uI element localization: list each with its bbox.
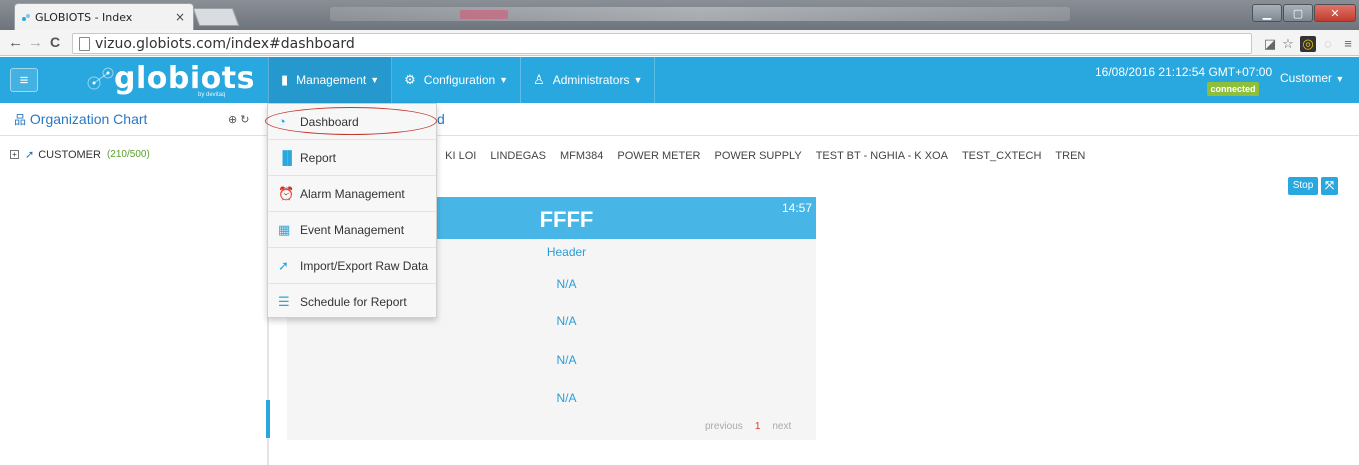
menu-item-label: Alarm Management: [300, 186, 405, 201]
management-dropdown: ◔ Dashboard ▐▌ Report ⏰ Alarm Management…: [267, 103, 437, 318]
header-status: 16/08/2016 21:12:54 GMT+07:00 connected: [1095, 57, 1273, 103]
widget-value: N/A: [556, 391, 577, 405]
back-button[interactable]: ←: [8, 34, 23, 51]
address-bar: ← → C vizuo.globiots.com/index#dashboard…: [0, 30, 1359, 56]
reload-button[interactable]: C: [50, 34, 60, 50]
mobile-device-icon: ▮: [281, 72, 289, 87]
forward-button[interactable]: →: [28, 34, 43, 51]
menu-item-label: Event Management: [300, 222, 405, 237]
tree-node-customer[interactable]: + ➚ CUSTOMER (210/500): [10, 148, 150, 161]
nav-management[interactable]: ▮ Management ▼: [268, 57, 393, 103]
refresh-icon[interactable]: ↻: [240, 114, 249, 126]
tree-node-count: (210/500): [106, 149, 150, 160]
menu-item-import-export[interactable]: ➚ Import/Export Raw Data: [268, 248, 436, 284]
hamburger-menu-icon[interactable]: ≡: [10, 68, 38, 92]
widget-value: N/A: [556, 353, 577, 367]
group-tab[interactable]: TEST_CXTECH: [962, 150, 1041, 162]
group-tab[interactable]: POWER METER: [617, 150, 700, 162]
zoom-icon[interactable]: ⊕: [228, 114, 237, 126]
sidebar-header: 品 Organization Chart ⊕ ↻: [0, 103, 267, 136]
gears-icon: ⚙: [404, 72, 416, 87]
blurred-badge: [460, 10, 508, 19]
share-folder-icon: ➚: [25, 149, 35, 161]
user-name: Customer: [1280, 71, 1333, 85]
pager-current[interactable]: 1: [755, 421, 761, 432]
menu-item-label: Schedule for Report: [300, 295, 407, 309]
menu-item-event-management[interactable]: ▦ Event Management: [268, 212, 436, 248]
chevron-down-icon: ▼: [633, 75, 643, 85]
extension-2-icon[interactable]: ◌: [1320, 36, 1336, 52]
group-tabs: 3 KI LOI LINDEGAS MFM384 POWER METER POW…: [425, 150, 1099, 162]
translate-icon[interactable]: ◪: [1262, 36, 1278, 52]
user-menu[interactable]: Customer ▼: [1280, 71, 1344, 85]
page-icon: [79, 37, 90, 51]
menu-item-report[interactable]: ▐▌ Report: [268, 140, 436, 176]
pager-next[interactable]: next: [772, 421, 791, 432]
sidebar-title: 品 Organization Chart: [14, 111, 147, 128]
nav-configuration[interactable]: ⚙ Configuration ▼: [392, 57, 522, 103]
minimize-button[interactable]: ▁: [1252, 4, 1282, 22]
tree-node-label: CUSTOMER: [38, 148, 101, 161]
menu-item-schedule-report[interactable]: ☰ Schedule for Report: [268, 284, 436, 320]
alarm-clock-icon: ⏰: [278, 185, 295, 201]
menu-item-label: Import/Export Raw Data: [300, 258, 429, 273]
menu-item-label: Report: [300, 150, 337, 165]
user-sitemap-icon: ♙: [533, 72, 545, 87]
globiots-logo[interactable]: globiots by devitaq: [80, 59, 260, 99]
expand-icon[interactable]: +: [10, 150, 19, 159]
breadcrumb-current: d: [437, 111, 445, 127]
browser-tab[interactable]: GLOBIOTS - Index ×: [14, 3, 194, 30]
pager-previous[interactable]: previous: [705, 421, 743, 432]
bookmark-star-icon[interactable]: ☆: [1280, 36, 1296, 52]
tab-title: GLOBIOTS - Index: [35, 10, 133, 24]
chrome-menu-icon[interactable]: ≡: [1340, 36, 1356, 52]
group-tab[interactable]: TEST BT - NGHIA - K XOA: [816, 150, 948, 162]
group-tab[interactable]: POWER SUPPLY: [714, 150, 801, 162]
widget-time: 14:57: [781, 201, 812, 215]
new-tab-button[interactable]: [192, 8, 240, 26]
sidebar-title-text: Organization Chart: [29, 111, 148, 127]
widget-pager: previous 1 next: [705, 421, 791, 432]
calendar-icon: ▦: [278, 221, 291, 237]
menu-item-dashboard[interactable]: ◔ Dashboard: [268, 104, 436, 140]
connection-badge: connected: [1207, 82, 1259, 96]
chevron-down-icon: ▼: [1335, 74, 1345, 84]
url-input[interactable]: vizuo.globiots.com/index#dashboard: [72, 33, 1252, 54]
datetime-display: 16/08/2016 21:12:54 GMT+07:00: [1095, 65, 1273, 79]
url-text: vizuo.globiots.com/index#dashboard: [95, 35, 355, 52]
group-tab[interactable]: KI LOI: [445, 150, 476, 162]
chevron-down-icon: ▼: [370, 75, 380, 85]
group-tab[interactable]: LINDEGAS: [490, 150, 546, 162]
chevron-down-icon: ▼: [499, 75, 509, 85]
main-nav: ▮ Management ▼ ⚙ Configuration ▼ ♙ Admin…: [268, 57, 656, 103]
globiots-favicon-icon: [22, 14, 30, 21]
menu-item-alarm-management[interactable]: ⏰ Alarm Management: [268, 176, 436, 212]
nav-administrators[interactable]: ♙ Administrators ▼: [521, 57, 656, 103]
browser-tabstrip: GLOBIOTS - Index × ▁ ▢ ✕: [0, 0, 1359, 30]
server-icon: ☰: [278, 294, 290, 309]
nav-management-label: Management: [296, 73, 367, 87]
blurred-window-title: [330, 7, 1070, 21]
app-header: ≡ globiots by devitaq ▮ Management ▼ ⚙ C…: [0, 57, 1359, 103]
menu-item-label: Dashboard: [300, 114, 359, 129]
group-tab[interactable]: TREN: [1055, 150, 1085, 162]
sidebar-tools: ⊕ ↻: [228, 113, 250, 126]
nav-configuration-label: Configuration: [423, 73, 496, 87]
logo-text: globiots: [114, 61, 255, 96]
bar-chart-icon: ▐▌: [278, 150, 297, 165]
dashboard-icon: ◔: [278, 114, 286, 129]
maximize-button[interactable]: ▢: [1283, 4, 1313, 22]
window-close-button[interactable]: ✕: [1314, 4, 1356, 22]
logo-subtext: by devitaq: [198, 92, 226, 98]
tab-close-icon[interactable]: ×: [175, 10, 185, 24]
fullscreen-icon[interactable]: ⤧: [1321, 177, 1338, 195]
sidebar-resize-handle[interactable]: [266, 400, 270, 438]
org-chart-icon: 品: [14, 113, 27, 127]
stop-button[interactable]: Stop: [1288, 177, 1318, 195]
group-tab[interactable]: MFM384: [560, 150, 603, 162]
share-icon: ➚: [278, 257, 289, 273]
extension-icon[interactable]: ◎: [1300, 36, 1316, 52]
nav-administrators-label: Administrators: [552, 73, 630, 87]
